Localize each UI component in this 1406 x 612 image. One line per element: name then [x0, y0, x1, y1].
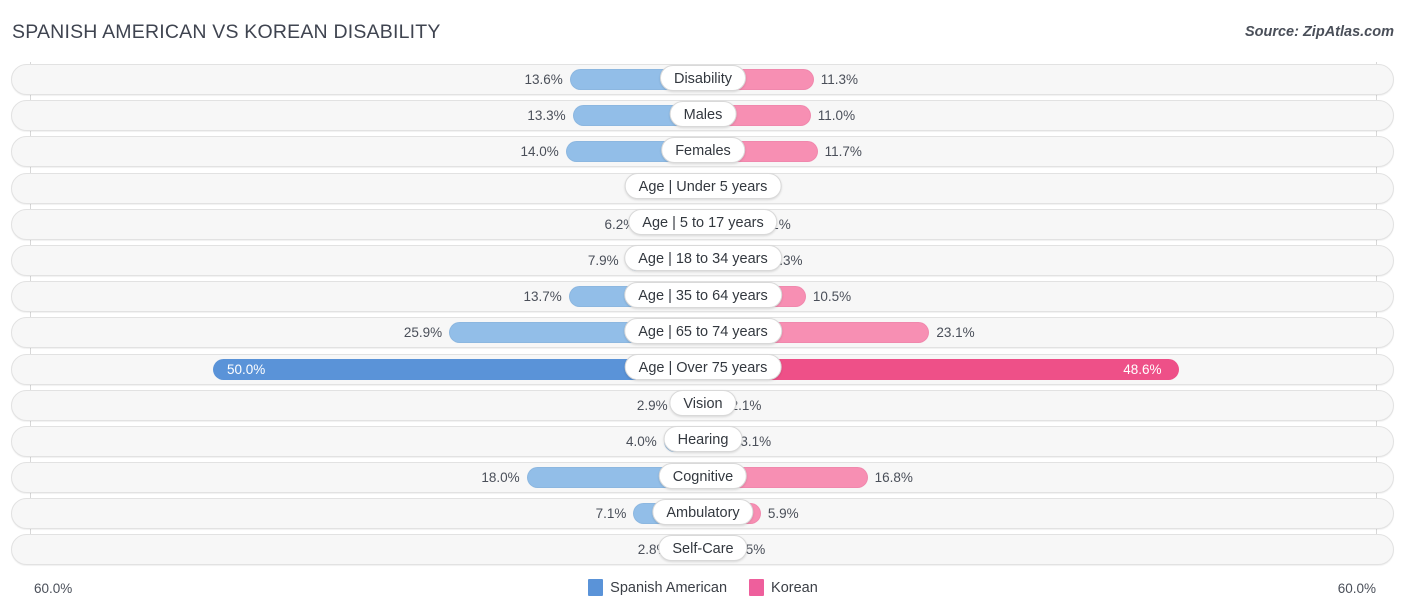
category-label-pill[interactable]: Vision — [669, 390, 737, 417]
table-row[interactable]: 14.0% 11.7% Females — [0, 134, 1406, 170]
legend-label: Spanish American — [610, 579, 728, 596]
category-label-pill[interactable]: Hearing — [663, 426, 743, 453]
category-label-pill[interactable]: Age | 65 to 74 years — [624, 317, 782, 344]
value-label-korean: 11.3% — [820, 72, 859, 87]
value-label-spanish-american: 2.9% — [636, 397, 668, 413]
chart-plot-area: 13.6% 11.3% Disability 13.3% 11.0% Males 14.0%… — [0, 62, 1406, 570]
category-label-pill[interactable]: Females — [661, 136, 745, 163]
category-label-pill[interactable]: Disability — [659, 64, 747, 91]
value-label-korean: 16.8% — [874, 470, 913, 486]
category-label-pill[interactable]: Age | Over 75 years — [624, 354, 782, 380]
legend-item[interactable]: Korean — [749, 579, 818, 596]
table-row[interactable]: 7.9% 6.3% Age | 18 to 34 years — [0, 243, 1406, 279]
value-label-spanish-american: 13.3% — [527, 108, 566, 124]
value-label-spanish-american: 18.0% — [481, 470, 520, 486]
table-row[interactable]: 6.2%5.1%Age | 5 to 17 years — [0, 207, 1406, 243]
category-label-pill[interactable]: Cognitive — [658, 462, 748, 489]
table-row[interactable]: 18.0% 16.8% Cognitive — [0, 460, 1406, 496]
table-row[interactable]: 13.6% 11.3% Disability — [0, 62, 1406, 98]
category-label-pill[interactable]: Ambulatory — [652, 498, 754, 525]
value-label-spanish-american: 25.9% — [403, 325, 443, 341]
legend-swatch-icon — [588, 579, 604, 596]
category-label-pill[interactable]: Males — [669, 100, 737, 127]
table-row[interactable]: 13.7% 10.5% Age | 35 to 64 years — [0, 279, 1406, 315]
value-label-korean: 11.7% — [824, 144, 862, 160]
category-label-pill[interactable]: Age | 5 to 17 years — [628, 209, 778, 236]
legend-swatch-icon — [749, 579, 765, 596]
chart-legend: Spanish American Korean — [0, 579, 1406, 596]
category-label-pill[interactable]: Age | Under 5 years — [624, 173, 782, 200]
table-row[interactable]: 2.9% 2.1% Vision — [0, 388, 1406, 424]
legend-item[interactable]: Spanish American — [588, 579, 727, 596]
value-label-spanish-american: 13.6% — [524, 72, 563, 87]
category-label-pill[interactable]: Age | 18 to 34 years — [624, 245, 782, 272]
value-label-korean: 5.9% — [767, 506, 799, 522]
table-row[interactable]: 2.8% 2.5% Self-Care — [0, 532, 1406, 568]
category-label-pill[interactable]: Self-Care — [658, 534, 748, 561]
table-row[interactable]: 25.9% 23.1% Age | 65 to 74 years — [0, 315, 1406, 351]
legend-label: Korean — [771, 579, 818, 596]
table-row[interactable]: 13.3% 11.0% Males — [0, 98, 1406, 134]
value-label-korean: 10.5% — [812, 289, 852, 305]
table-row[interactable]: 50.0% 48.6% Age | Over 75 years — [0, 352, 1406, 388]
value-label-korean: 23.1% — [936, 325, 975, 341]
value-label-korean: 48.6% — [1123, 361, 1162, 377]
value-label-spanish-american: 7.1% — [595, 506, 627, 522]
category-label-pill[interactable]: Age | 35 to 64 years — [624, 281, 782, 308]
value-label-spanish-american: 7.9% — [587, 252, 619, 268]
table-row[interactable]: 4.0% 3.1% Hearing — [0, 424, 1406, 460]
value-label-spanish-american: 14.0% — [520, 144, 559, 160]
value-label-spanish-american: 4.0% — [626, 433, 657, 449]
bar-rows-container: 13.6% 11.3% Disability 13.3% 11.0% Males 14.0%… — [0, 62, 1406, 569]
value-label-korean: 11.0% — [817, 108, 856, 124]
table-row[interactable]: 1.1%1.2%Age | Under 5 years — [0, 171, 1406, 207]
page-title: SPANISH AMERICAN VS KOREAN DISABILITY — [12, 21, 441, 43]
table-row[interactable]: 7.1% 5.9% Ambulatory — [0, 496, 1406, 532]
value-label-spanish-american: 50.0% — [227, 361, 266, 377]
chart-footer: 60.0% 60.0% Spanish American Korean — [0, 572, 1406, 612]
chart-header: SPANISH AMERICAN VS KOREAN DISABILITY So… — [0, 0, 1406, 58]
value-label-korean: 3.1% — [740, 433, 772, 449]
source-attribution: Source: ZipAtlas.com — [1244, 24, 1394, 40]
value-label-spanish-american: 13.7% — [523, 289, 562, 305]
